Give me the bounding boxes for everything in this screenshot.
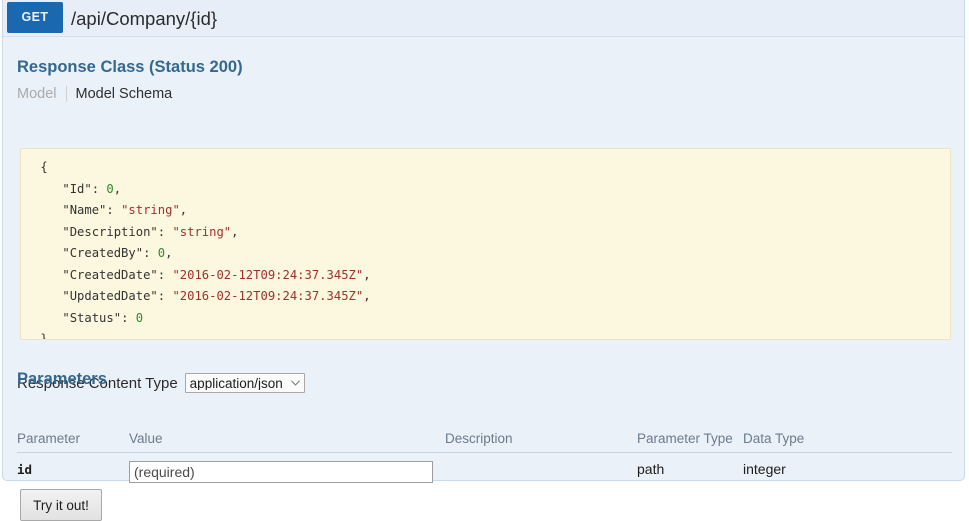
parameters-header-row: Parameter Value Description Parameter Ty… xyxy=(17,431,952,453)
model-schema-box: { "Id": 0, "Name": "string", "Descriptio… xyxy=(20,148,951,340)
column-header-data-type: Data Type xyxy=(743,431,952,453)
parameter-value-cell xyxy=(129,453,445,483)
http-method-badge: GET xyxy=(7,2,63,33)
parameters-table-body: id path integer xyxy=(17,453,952,484)
response-class-title: Response Class (Status 200) xyxy=(17,58,243,76)
parameter-description-cell xyxy=(445,453,637,484)
tab-model[interactable]: Model xyxy=(17,86,66,102)
response-content-type-select[interactable]: application/json xyxy=(184,373,305,393)
column-header-value: Value xyxy=(129,431,445,453)
column-header-parameter: Parameter xyxy=(17,431,129,453)
operation-heading[interactable]: GET /api/Company/{id} xyxy=(3,0,964,37)
parameter-name-cell: id xyxy=(17,453,129,484)
parameter-name: id xyxy=(17,462,33,477)
tab-model-schema[interactable]: Model Schema xyxy=(65,86,182,102)
parameters-title: Parameters xyxy=(17,370,107,388)
parameters-table-head: Parameter Value Description Parameter Ty… xyxy=(17,431,952,453)
parameter-type-cell: path xyxy=(637,461,665,477)
operation-path: /api/Company/{id} xyxy=(71,8,218,29)
column-header-description: Description xyxy=(445,431,637,453)
parameter-data-type-cell: integer xyxy=(743,461,786,477)
parameters-table: Parameter Value Description Parameter Ty… xyxy=(17,431,952,483)
column-header-parameter-type: Parameter Type xyxy=(637,431,743,453)
api-operation-panel: GET /api/Company/{id} Response Class (St… xyxy=(2,0,965,521)
parameter-value-input[interactable] xyxy=(129,461,433,483)
table-row: id path integer xyxy=(17,453,952,484)
response-content-type-wrapper: application/json xyxy=(184,373,305,393)
model-tab-group: Model Model Schema xyxy=(17,86,181,102)
model-schema-code: { "Id": 0, "Name": "string", "Descriptio… xyxy=(40,160,371,340)
try-it-out-button[interactable]: Try it out! xyxy=(20,489,102,521)
